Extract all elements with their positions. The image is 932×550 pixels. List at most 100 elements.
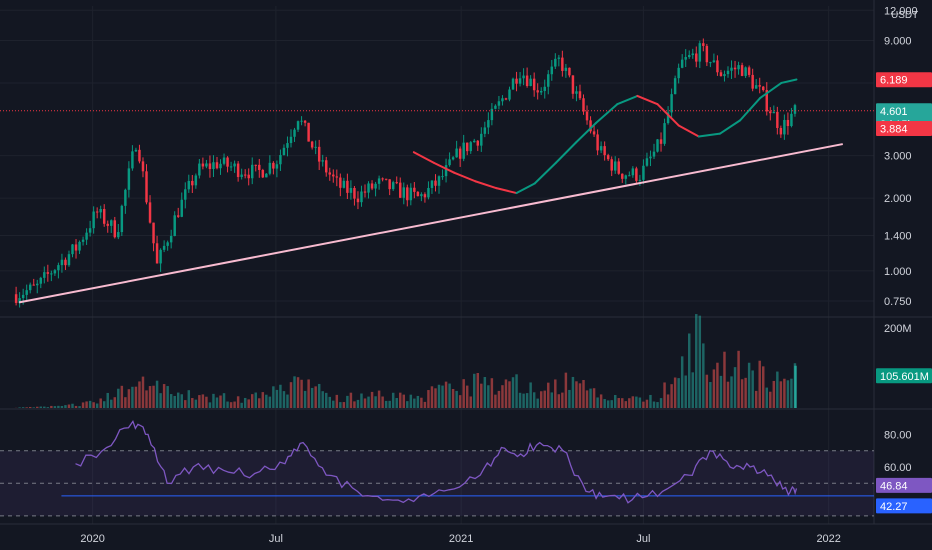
volume-bar — [543, 390, 546, 408]
candle-body — [120, 205, 124, 233]
volume-bar — [353, 401, 356, 408]
candle-body — [687, 55, 691, 58]
candle-body — [74, 244, 78, 251]
candle-body — [286, 143, 289, 148]
volume-bar — [434, 388, 437, 408]
candle-body — [744, 67, 747, 76]
candle-body — [360, 191, 363, 203]
volume-bar — [465, 385, 469, 408]
volume-bar — [765, 387, 768, 408]
volume-label-badge-text: 105.601M — [880, 371, 929, 383]
price-tick-label: 1.000 — [884, 266, 912, 278]
price-tick-label: 2.000 — [884, 193, 912, 205]
candle-body — [162, 245, 166, 250]
candle-body — [430, 180, 434, 188]
volume-bar — [141, 376, 145, 408]
volume-bar — [74, 405, 78, 408]
candle-body — [596, 134, 599, 151]
candle-body — [448, 159, 451, 166]
candle-body — [215, 162, 219, 169]
volume-bar — [547, 382, 550, 408]
volume-bar — [462, 379, 465, 408]
volume-bar — [518, 392, 522, 408]
candle-body — [25, 290, 28, 295]
volume-bar — [67, 404, 71, 408]
volume-bar — [222, 393, 226, 408]
volume-bar — [451, 388, 455, 408]
candle-body — [176, 215, 180, 217]
candle-body — [370, 183, 374, 189]
candle-body — [613, 161, 617, 171]
volume-bar — [621, 398, 624, 408]
candle-body — [198, 163, 201, 176]
volume-bar — [645, 399, 649, 408]
volume-bar — [282, 391, 286, 408]
candle-body — [684, 57, 687, 60]
candle-body — [610, 159, 613, 171]
candle-body — [117, 232, 120, 238]
volume-bar — [124, 397, 127, 408]
volume-bar — [293, 376, 296, 408]
volume-bar — [258, 398, 261, 408]
candle-body — [525, 75, 529, 87]
candle-body — [377, 178, 381, 184]
candle-body — [762, 86, 765, 91]
candle-body — [314, 146, 317, 148]
volume-bar — [751, 370, 754, 408]
candle-body — [561, 57, 564, 71]
volume-bar — [176, 392, 180, 408]
price-chart[interactable]: 12.0009.0006.0003.0002.0001.4001.0000.75… — [0, 0, 932, 550]
candle-body — [53, 270, 57, 274]
volume-bar — [261, 392, 265, 408]
volume-bar — [476, 372, 480, 408]
volume-bar — [191, 398, 194, 408]
candle-body — [698, 43, 702, 62]
volume-label-badge: 105.601M — [876, 368, 932, 384]
volume-bar — [737, 350, 740, 408]
candle-body — [624, 175, 628, 179]
volume-bar — [659, 398, 663, 408]
volume-bar — [603, 399, 606, 408]
volume-bar — [342, 402, 346, 408]
volume-bar — [215, 397, 219, 408]
candle-body — [342, 180, 346, 188]
volume-bar — [691, 372, 694, 408]
candle-body — [374, 183, 377, 189]
volume-bar — [159, 393, 162, 408]
volume-bar — [60, 405, 64, 408]
candle-body — [205, 163, 208, 167]
candle-body — [673, 78, 677, 95]
candle-body — [779, 127, 783, 135]
volume-bar — [539, 391, 543, 408]
volume-bar — [399, 392, 402, 408]
candle-body — [793, 105, 797, 114]
candle-body — [201, 163, 205, 167]
candle-body — [166, 242, 169, 246]
volume-bar — [138, 381, 141, 408]
candle-body — [444, 165, 448, 177]
candle-body — [258, 164, 261, 170]
volume-bar — [95, 403, 99, 408]
candle-body — [254, 164, 257, 166]
volume-bar — [152, 385, 155, 408]
volume-bar — [28, 406, 32, 408]
candle-body — [85, 232, 88, 240]
volume-bar — [391, 392, 395, 408]
candle-body — [473, 140, 476, 143]
candle-body — [159, 249, 162, 264]
candle-body — [677, 67, 680, 79]
candle-body — [399, 182, 402, 198]
candle-body — [233, 163, 236, 167]
volume-bar — [430, 386, 434, 408]
candle-body — [349, 187, 353, 193]
volume-bar — [473, 373, 476, 408]
candle-body — [656, 139, 659, 152]
candle-body — [402, 187, 406, 198]
candle-body — [95, 211, 99, 213]
candle-body — [709, 62, 712, 64]
volume-bar — [402, 394, 406, 408]
candle-body — [409, 187, 413, 201]
volume-bar — [642, 401, 645, 408]
volume-bar — [624, 401, 628, 408]
candle-body — [300, 120, 303, 122]
